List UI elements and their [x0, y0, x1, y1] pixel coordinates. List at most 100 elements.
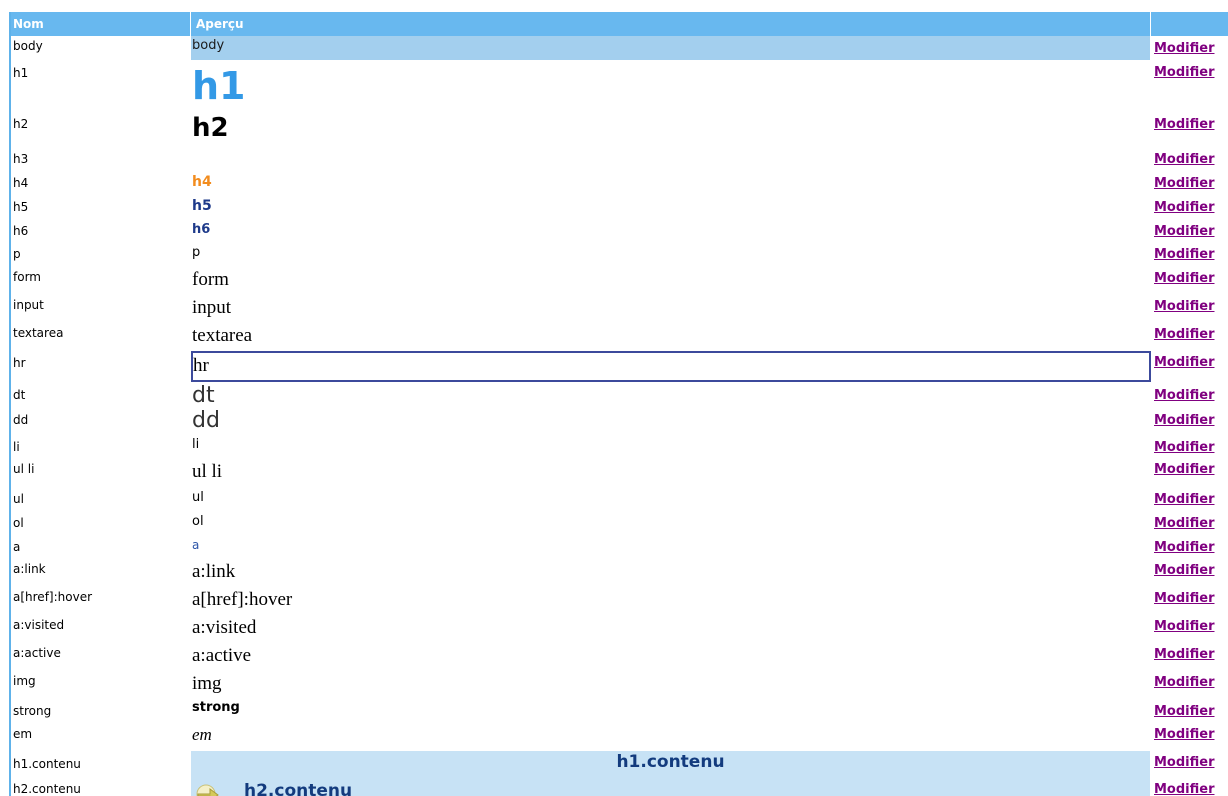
header-separator [1150, 12, 1151, 36]
style-preview[interactable]: a:link [192, 561, 235, 583]
modify-link[interactable]: Modifier [1154, 619, 1215, 634]
modify-link[interactable]: Modifier [1154, 299, 1215, 314]
modify-link[interactable]: Modifier [1154, 591, 1215, 606]
style-name: ol [13, 516, 24, 530]
style-name: a:visited [13, 618, 65, 632]
table-row: strong strong Modifier [11, 700, 1228, 724]
modify-link[interactable]: Modifier [1154, 516, 1215, 531]
style-preview[interactable]: a:active [192, 645, 251, 667]
style-name: img [13, 674, 36, 688]
modify-link[interactable]: Modifier [1154, 355, 1215, 370]
style-name: hr [13, 356, 26, 370]
modify-link[interactable]: Modifier [1154, 755, 1215, 770]
style-name: strong [13, 704, 52, 718]
style-name: dd [13, 413, 29, 427]
style-preview: form [192, 269, 229, 290]
style-preview: ol [192, 514, 204, 529]
style-name: h4 [13, 176, 29, 190]
style-name: h5 [13, 200, 29, 214]
table-row: h6 h6 Modifier [11, 221, 1228, 245]
style-preview: h4 [192, 174, 212, 190]
style-name: em [13, 727, 33, 741]
style-name: h1.contenu [13, 757, 81, 771]
style-name: h2 [13, 117, 29, 131]
style-preview: h2 [192, 113, 229, 143]
modify-link[interactable]: Modifier [1154, 200, 1215, 215]
table-row: input input Modifier [11, 296, 1228, 324]
style-name: textarea [13, 326, 64, 340]
style-preview: strong [192, 700, 240, 715]
style-preview: h1.contenu [616, 752, 725, 772]
style-name: h3 [13, 152, 29, 166]
style-name: input [13, 298, 44, 312]
style-preview: h6 [192, 222, 211, 237]
table-row: form form Modifier [11, 268, 1228, 296]
style-preview: h1 [192, 64, 246, 108]
style-preview: h5 [192, 198, 212, 214]
style-name: dt [13, 388, 26, 402]
modify-link[interactable]: Modifier [1154, 176, 1215, 191]
table-row: ul li ul li Modifier [11, 460, 1228, 488]
style-preview: hr [193, 355, 209, 376]
modify-link[interactable]: Modifier [1154, 388, 1215, 403]
modify-link[interactable]: Modifier [1154, 782, 1215, 796]
modify-link[interactable]: Modifier [1154, 41, 1215, 56]
style-name: form [13, 270, 41, 284]
modify-link[interactable]: Modifier [1154, 540, 1215, 555]
style-name: a:active [13, 646, 61, 660]
modify-link[interactable]: Modifier [1154, 440, 1215, 455]
style-name: ul [13, 492, 24, 506]
header-apercu: Aperçu [196, 17, 244, 31]
style-preview[interactable]: a [192, 538, 199, 552]
table-header: Nom Aperçu [11, 12, 1228, 36]
style-preview: input [192, 297, 232, 318]
modify-link[interactable]: Modifier [1154, 675, 1215, 690]
table-row: h1.contenu h1.contenu Modifier [11, 751, 1228, 779]
table-row: ul ul Modifier [11, 488, 1228, 512]
style-preview: p [192, 245, 201, 260]
table-row: a:active a:active Modifier [11, 644, 1228, 672]
style-preview: em [192, 725, 212, 744]
modify-link[interactable]: Modifier [1154, 462, 1215, 477]
modify-link[interactable]: Modifier [1154, 413, 1215, 428]
table-row: h3 Modifier [11, 149, 1228, 173]
style-preview[interactable]: a:visited [192, 617, 256, 639]
table-row: textarea textarea Modifier [11, 324, 1228, 352]
body-preview-bar [191, 36, 1150, 60]
table-row: body body Modifier [11, 36, 1228, 60]
style-name: h6 [13, 224, 29, 238]
table-row: img img Modifier [11, 672, 1228, 700]
style-preview: dd [192, 408, 220, 433]
modify-link[interactable]: Modifier [1154, 563, 1215, 578]
header-nom: Nom [13, 17, 44, 31]
table-row: a a Modifier [11, 536, 1228, 560]
modify-link[interactable]: Modifier [1154, 327, 1215, 342]
style-preview: dt [192, 383, 215, 408]
modify-link[interactable]: Modifier [1154, 704, 1215, 719]
table-row: a[href]:hover a[href]:hover Modifier [11, 588, 1228, 616]
style-preview: body [192, 38, 225, 53]
style-table: Nom Aperçu body body Modifier h1 h1 Modi… [9, 12, 1228, 796]
modify-link[interactable]: Modifier [1154, 247, 1215, 262]
modify-link[interactable]: Modifier [1154, 65, 1215, 80]
table-row: h1 h1 Modifier [11, 63, 1228, 115]
modify-link[interactable]: Modifier [1154, 152, 1215, 167]
modify-link[interactable]: Modifier [1154, 727, 1215, 742]
modify-link[interactable]: Modifier [1154, 647, 1215, 662]
style-name: a [13, 540, 21, 554]
style-preview[interactable]: a[href]:hover [192, 589, 292, 611]
modify-link[interactable]: Modifier [1154, 117, 1215, 132]
table-row: hr hr Modifier [11, 351, 1228, 382]
table-row: li li Modifier [11, 436, 1228, 460]
table-row: a:visited a:visited Modifier [11, 616, 1228, 644]
table-row: dd dd Modifier [11, 408, 1228, 436]
table-row: p p Modifier [11, 244, 1228, 268]
style-name: li [13, 440, 20, 454]
style-name: p [13, 247, 21, 261]
modify-link[interactable]: Modifier [1154, 271, 1215, 286]
modify-link[interactable]: Modifier [1154, 224, 1215, 239]
modify-link[interactable]: Modifier [1154, 492, 1215, 507]
table-row: h4 h4 Modifier [11, 173, 1228, 197]
table-row: em em Modifier [11, 724, 1228, 748]
style-name: h1 [13, 66, 29, 80]
